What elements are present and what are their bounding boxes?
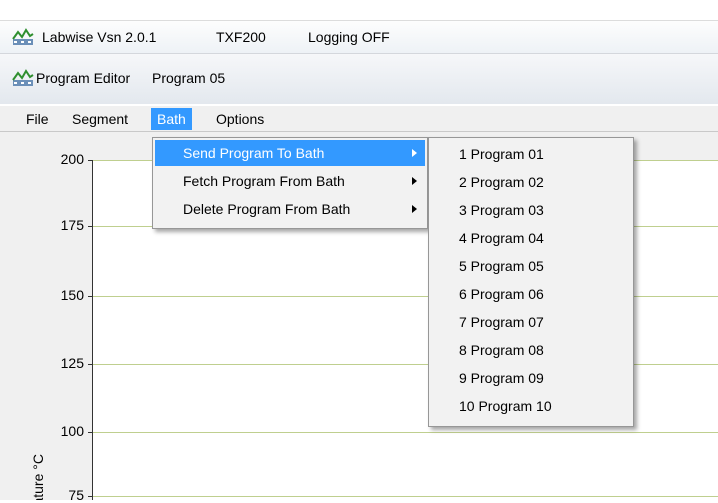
menu-bath[interactable]: Bath	[151, 108, 192, 130]
menu-item-send-program[interactable]: Send Program To Bath	[155, 140, 425, 166]
device-name: TXF200	[216, 29, 266, 45]
submenu-item-program-07[interactable]: 7 Program 07	[431, 309, 631, 335]
menu-file[interactable]: File	[20, 108, 55, 130]
program-title: Program 05	[152, 70, 226, 86]
submenu-arrow-icon	[412, 177, 417, 185]
menu-bar: File Segment Bath Options	[0, 106, 718, 132]
menu-segment[interactable]: Segment	[66, 108, 134, 130]
y-tick-label: 125	[60, 355, 84, 371]
bath-menu: Send Program To Bath Fetch Program From …	[152, 137, 428, 229]
app-icon	[12, 28, 34, 45]
submenu-item-label: 8 Program 08	[459, 342, 544, 358]
submenu-item-label: 9 Program 09	[459, 370, 544, 386]
menu-item-label: Fetch Program From Bath	[183, 173, 345, 189]
submenu-item-label: 6 Program 06	[459, 286, 544, 302]
submenu-item-label: 10 Program 10	[459, 398, 552, 414]
program-editor-icon	[12, 69, 34, 86]
app-name: Labwise Vsn 2.0.1	[42, 29, 157, 45]
submenu-item-label: 4 Program 04	[459, 230, 544, 246]
submenu-item-program-02[interactable]: 2 Program 02	[431, 169, 631, 195]
submenu-item-program-05[interactable]: 5 Program 05	[431, 253, 631, 279]
submenu-item-program-01[interactable]: 1 Program 01	[431, 141, 631, 167]
menu-item-fetch-program[interactable]: Fetch Program From Bath	[155, 168, 425, 194]
y-tick	[88, 364, 93, 365]
editor-title: Program Editor	[36, 70, 131, 86]
logging-status: Logging OFF	[308, 29, 390, 45]
menu-options[interactable]: Options	[210, 108, 270, 130]
submenu-item-program-04[interactable]: 4 Program 04	[431, 225, 631, 251]
submenu-arrow-icon	[412, 149, 417, 157]
submenu-item-program-06[interactable]: 6 Program 06	[431, 281, 631, 307]
submenu-item-label: 2 Program 02	[459, 174, 544, 190]
submenu-arrow-icon	[412, 205, 417, 213]
y-axis-title-wrap: erature °C	[28, 440, 48, 500]
y-tick-label: 150	[60, 287, 84, 303]
y-tick	[88, 160, 93, 161]
y-axis-title: erature °C	[30, 454, 46, 500]
y-tick-label: 175	[60, 217, 84, 233]
submenu-item-label: 7 Program 07	[459, 314, 544, 330]
gridline	[92, 432, 718, 433]
gridline	[92, 496, 718, 497]
menu-item-delete-program[interactable]: Delete Program From Bath	[155, 196, 425, 222]
menu-item-label: Delete Program From Bath	[183, 201, 351, 217]
submenu-item-label: 5 Program 05	[459, 258, 544, 274]
submenu-item-label: 1 Program 01	[459, 146, 544, 162]
submenu-item-program-10[interactable]: 10 Program 10	[431, 393, 631, 419]
submenu-item-program-09[interactable]: 9 Program 09	[431, 365, 631, 391]
submenu-item-program-08[interactable]: 8 Program 08	[431, 337, 631, 363]
y-tick	[88, 432, 93, 433]
y-tick	[88, 296, 93, 297]
y-tick	[88, 226, 93, 227]
y-tick-label: 200	[60, 151, 84, 167]
send-program-submenu: 1 Program 01 2 Program 02 3 Program 03 4…	[428, 137, 634, 427]
program-editor-title-bar: Program Editor Program 05	[0, 54, 718, 104]
menu-item-label: Send Program To Bath	[183, 145, 325, 161]
y-tick	[88, 496, 93, 497]
y-tick-label: 100	[60, 423, 84, 439]
submenu-item-label: 3 Program 03	[459, 202, 544, 218]
app-title-bar: Labwise Vsn 2.0.1 TXF200 Logging OFF	[0, 20, 718, 54]
submenu-item-program-03[interactable]: 3 Program 03	[431, 197, 631, 223]
